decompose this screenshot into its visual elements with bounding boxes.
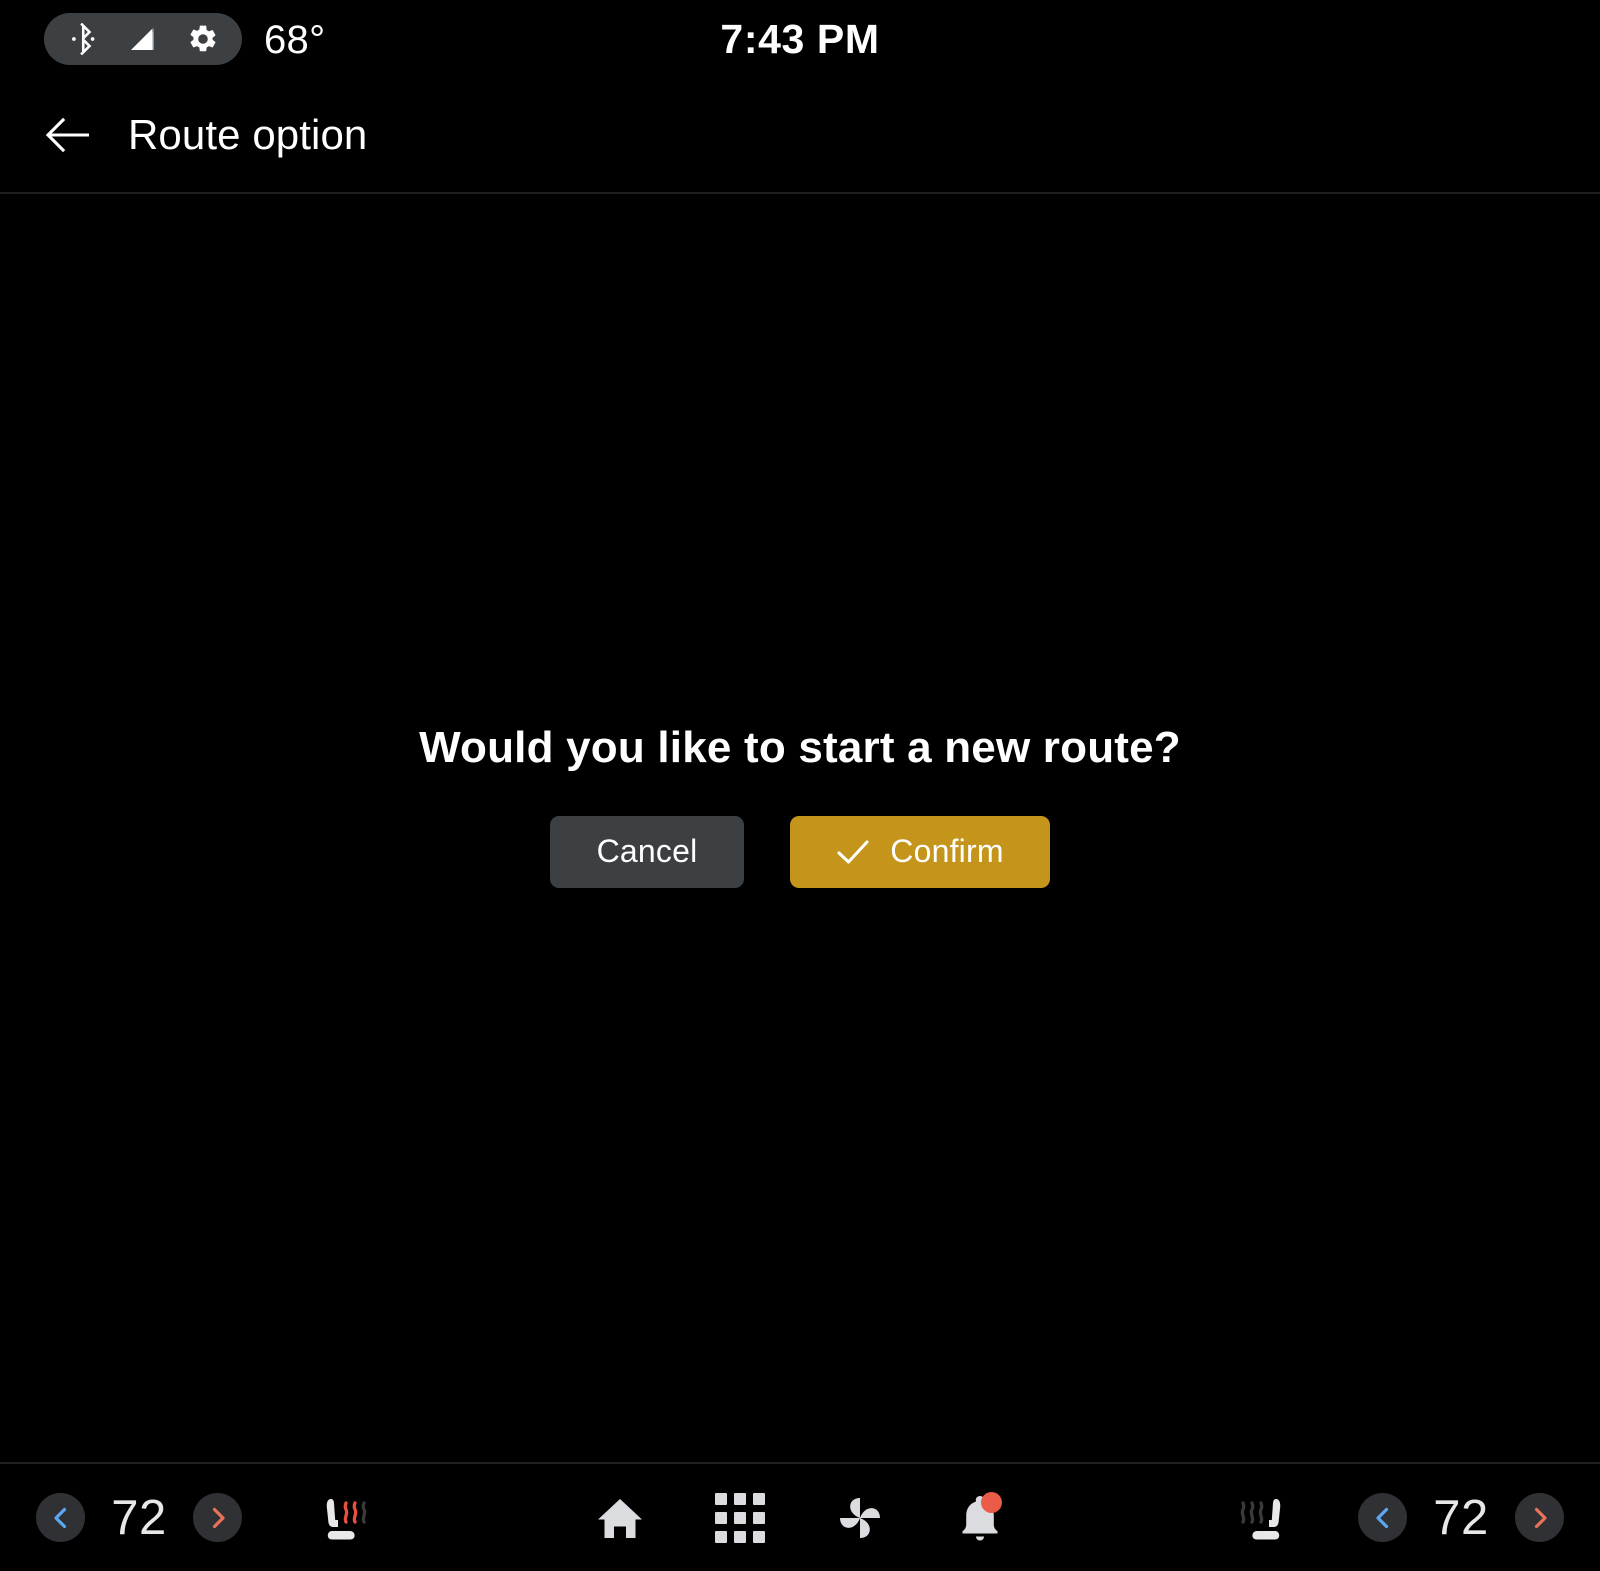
home-icon[interactable] xyxy=(560,1478,680,1558)
app-bar: Route option xyxy=(0,78,1600,194)
new-route-confirmation-dialog: Would you like to start a new route? Can… xyxy=(419,723,1181,888)
passenger-temp-increase-button[interactable] xyxy=(1515,1493,1564,1542)
bottom-nav-bar: 72 72 xyxy=(0,1462,1600,1571)
fan-icon[interactable] xyxy=(800,1478,920,1558)
dialog-actions: Cancel Confirm xyxy=(549,815,1050,888)
page-title: Route option xyxy=(128,111,368,158)
main-content: Would you like to start a new route? Can… xyxy=(0,194,1600,1462)
bell-icon[interactable] xyxy=(920,1478,1040,1558)
apps-grid-dots xyxy=(715,1492,765,1543)
driver-temp-increase-button[interactable] xyxy=(193,1493,242,1542)
driver-temp-decrease-button[interactable] xyxy=(36,1493,85,1542)
confirm-button-label: Confirm xyxy=(890,833,1004,869)
dialog-message: Would you like to start a new route? xyxy=(419,722,1181,772)
passenger-temperature-value[interactable]: 72 xyxy=(1407,1490,1515,1546)
passenger-climate-controls: 72 xyxy=(1224,1486,1600,1550)
status-bar: 68° 7:43 PM xyxy=(0,0,1600,78)
notification-badge-dot xyxy=(981,1491,1002,1513)
cancel-button[interactable]: Cancel xyxy=(549,815,744,888)
back-arrow-icon[interactable] xyxy=(44,112,90,158)
status-bar-clock: 7:43 PM xyxy=(720,16,880,62)
passenger-seat-heater-icon[interactable] xyxy=(1224,1486,1296,1550)
check-icon xyxy=(836,835,870,869)
nav-center-cluster xyxy=(560,1478,1040,1558)
driver-climate-controls: 72 xyxy=(0,1486,383,1550)
driver-seat-heater-icon[interactable] xyxy=(311,1486,383,1550)
apps-grid-icon[interactable] xyxy=(680,1478,800,1558)
car-head-unit-screen: 68° 7:43 PM Route option Would you like … xyxy=(0,0,1600,1571)
confirm-button[interactable]: Confirm xyxy=(789,815,1050,888)
passenger-temp-decrease-button[interactable] xyxy=(1358,1493,1407,1542)
driver-temperature-value[interactable]: 72 xyxy=(85,1490,193,1546)
